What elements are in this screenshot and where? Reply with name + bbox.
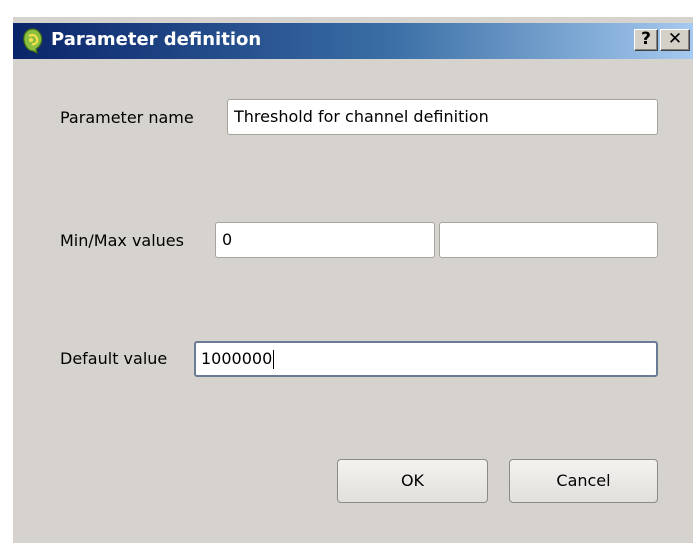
text-caret [273, 350, 275, 369]
close-button[interactable]: ✕ [660, 29, 690, 51]
min-value-input[interactable]: 0 [215, 222, 435, 258]
window-title: Parameter definition [51, 29, 262, 50]
default-value-label: Default value [60, 349, 168, 368]
cancel-button[interactable]: Cancel [509, 459, 658, 503]
parameter-definition-dialog: Parameter definition ? ✕ Parameter name … [12, 16, 693, 543]
help-button[interactable]: ? [634, 29, 658, 51]
close-icon: ✕ [667, 29, 683, 49]
max-value-input[interactable] [439, 222, 658, 258]
min-value: 0 [222, 230, 233, 249]
parameter-name-label: Parameter name [60, 108, 194, 127]
parameter-name-input[interactable]: Threshold for channel definition [227, 99, 658, 135]
minmax-values-label: Min/Max values [60, 231, 184, 250]
parameter-name-value: Threshold for channel definition [234, 107, 489, 126]
default-value: 1000000 [201, 349, 273, 368]
ok-button[interactable]: OK [337, 459, 488, 503]
title-bar[interactable]: Parameter definition ? ✕ [13, 23, 693, 59]
qgis-logo-icon [23, 28, 43, 54]
default-value-input[interactable]: 1000000 [194, 341, 658, 377]
